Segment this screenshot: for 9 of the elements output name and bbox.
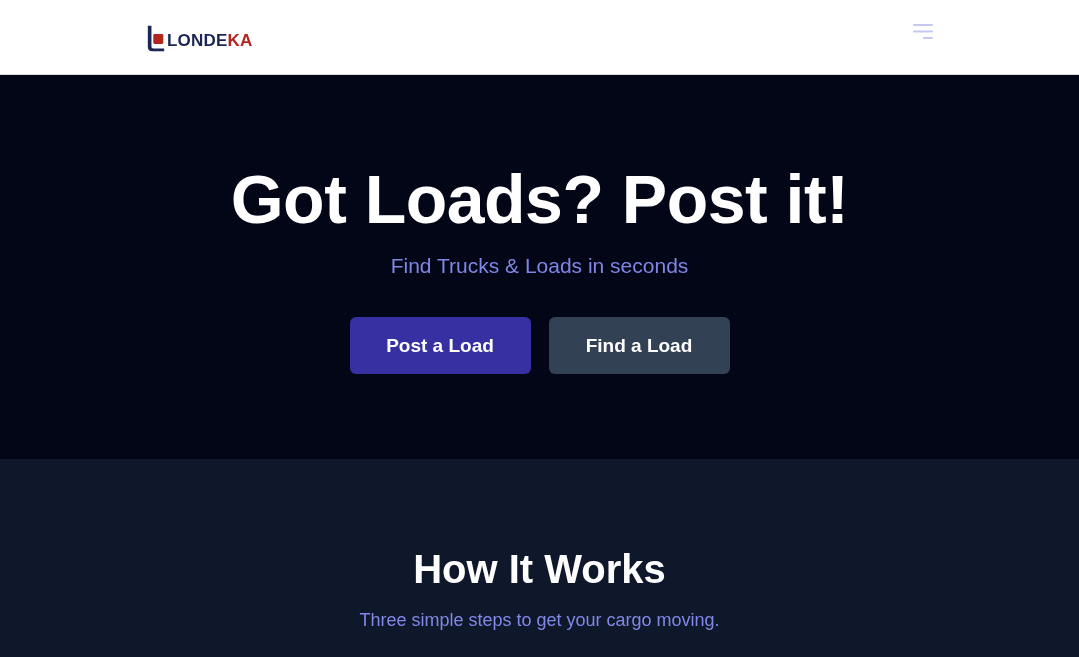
menu-icon[interactable] [913,23,933,39]
hero-title: Got Loads? Post it! [230,161,849,237]
logo-wordmark[interactable]: LONDEKA [167,31,253,53]
section-title: How It Works [413,546,666,593]
section-subtitle: Three simple steps to get your cargo moving. [359,609,720,631]
secondary-button[interactable]: Find a Load [548,317,730,374]
logo-mark-icon [146,23,166,53]
hero-subtitle: Find Trucks & Loads in seconds [390,253,689,279]
primary-button[interactable]: Post a Load [349,317,531,374]
